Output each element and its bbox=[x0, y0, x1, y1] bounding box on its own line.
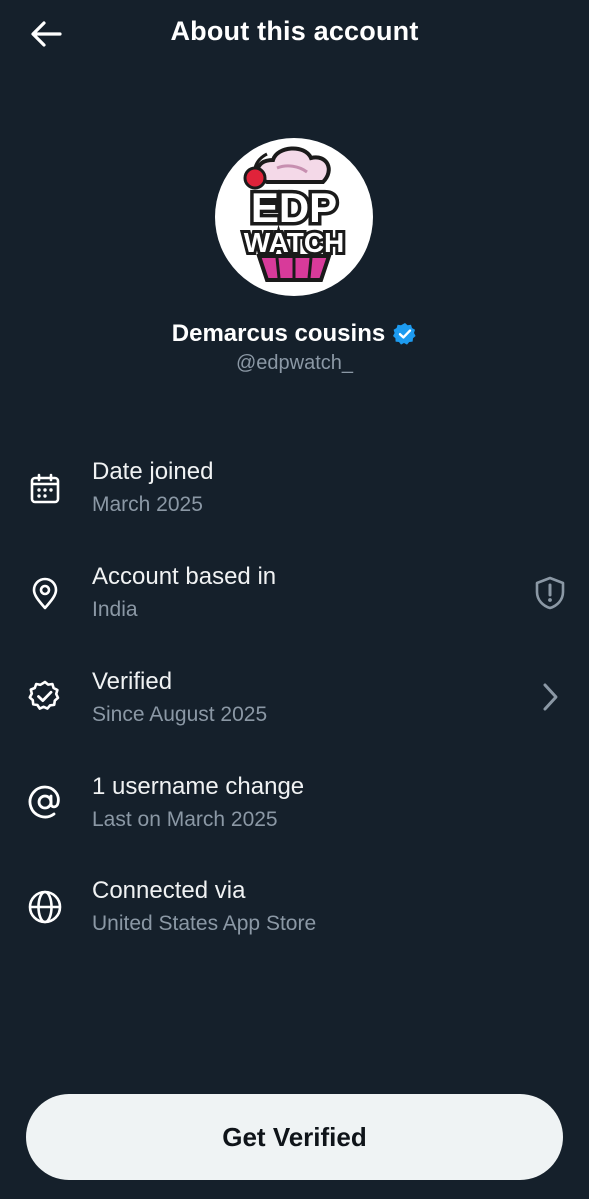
svg-text:WATCH: WATCH bbox=[244, 227, 345, 258]
row-subtitle: March 2025 bbox=[92, 493, 203, 516]
row-subtitle: India bbox=[92, 598, 138, 621]
display-name: Demarcus cousins bbox=[171, 320, 386, 347]
header: About this account bbox=[0, 0, 589, 68]
info-row-date-joined: Date joined March 2025 bbox=[0, 452, 589, 532]
chevron-right-icon[interactable] bbox=[533, 680, 567, 714]
location-pin-icon bbox=[26, 575, 64, 613]
display-name-row: Demarcus cousins bbox=[0, 320, 589, 348]
row-title: Account based in bbox=[92, 563, 277, 590]
info-row-verified[interactable]: Verified Since August 2025 bbox=[0, 662, 589, 742]
row-title: 1 username change bbox=[92, 773, 305, 800]
verified-badge-icon bbox=[393, 322, 417, 346]
shield-alert-icon[interactable] bbox=[533, 576, 567, 610]
handle: @edpwatch_ bbox=[235, 352, 354, 374]
calendar-icon bbox=[26, 470, 64, 508]
row-subtitle: United States App Store bbox=[92, 912, 317, 935]
at-sign-icon bbox=[26, 783, 64, 821]
about-account-screen: About this account EDP WATCH Demarcus co… bbox=[0, 0, 589, 1199]
edp-watch-logo: EDP WATCH bbox=[241, 146, 347, 282]
row-subtitle: Since August 2025 bbox=[92, 703, 268, 726]
info-row-account-based-in: Account based in India bbox=[0, 557, 589, 637]
row-title: Date joined bbox=[92, 458, 214, 485]
info-row-connected-via: Connected via United States App Store bbox=[0, 871, 589, 951]
info-row-username-change: 1 username change Last on March 2025 bbox=[0, 767, 589, 847]
globe-icon bbox=[26, 888, 64, 926]
row-title: Connected via bbox=[92, 877, 246, 904]
page-title: About this account bbox=[170, 16, 419, 46]
get-verified-button[interactable]: Get Verified bbox=[26, 1094, 563, 1180]
verified-check-icon bbox=[26, 678, 64, 716]
svg-text:EDP: EDP bbox=[251, 184, 337, 231]
avatar: EDP WATCH bbox=[215, 138, 373, 296]
row-title: Verified bbox=[92, 668, 173, 695]
row-subtitle: Last on March 2025 bbox=[92, 808, 278, 831]
